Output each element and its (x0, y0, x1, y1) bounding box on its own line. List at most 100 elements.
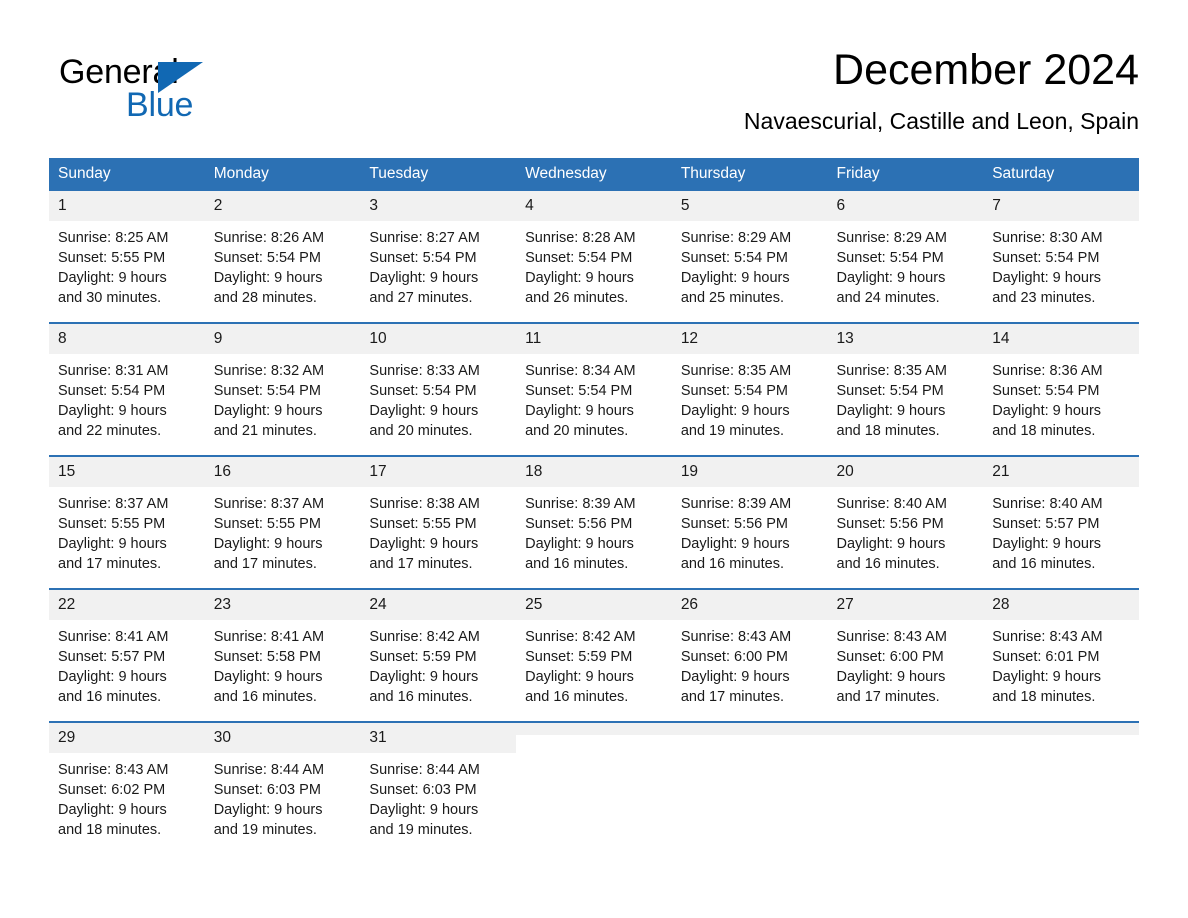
calendar-day-cell[interactable]: 22 Sunrise: 8:41 AM Sunset: 5:57 PM Dayligh… (49, 588, 205, 708)
calendar-day-cell[interactable]: 12 Sunrise: 8:35 AM Sunset: 5:54 PM Dayligh… (671, 322, 828, 442)
calendar-day-cell[interactable]: 20 Sunrise: 8:40 AM Sunset: 5:56 PM Dayligh… (827, 455, 984, 575)
sunrise-time: Sunrise: 8:42 AM (369, 629, 480, 645)
calendar-day-cell[interactable]: 29 Sunrise: 8:43 AM Sunset: 6:02 PM Dayligh… (49, 721, 205, 841)
day-details: Sunrise: 8:36 AM Sunset: 5:54 PM Daylight:… (983, 354, 1139, 441)
weekday-header-saturday: Saturday (983, 158, 1139, 191)
daylight-duration-line1: Daylight: 9 hours (525, 403, 634, 419)
calendar-day-cell[interactable]: 30 Sunrise: 8:44 AM Sunset: 6:03 PM Dayligh… (204, 721, 361, 841)
daylight-duration-line1: Daylight: 9 hours (525, 270, 634, 286)
week-spacer (49, 708, 1139, 722)
daylight-duration-line2: and 16 minutes. (992, 556, 1096, 572)
daylight-duration-line1: Daylight: 9 hours (213, 403, 323, 419)
calendar-day-cell-empty (671, 721, 828, 841)
day-cell-inner: 22 Sunrise: 8:41 AM Sunset: 5:57 PM Dayligh… (49, 590, 205, 708)
daylight-duration-line1: Daylight: 9 hours (58, 669, 167, 685)
sunrise-time: Sunrise: 8:41 AM (213, 629, 325, 645)
day-cell-inner: 11 Sunrise: 8:34 AM Sunset: 5:54 PM Dayligh… (516, 324, 672, 442)
day-number: 25 (516, 590, 672, 620)
sunset-time: Sunset: 5:56 PM (680, 516, 789, 532)
daylight-duration-line1: Daylight: 9 hours (680, 270, 790, 286)
calendar-day-cell[interactable]: 1 Sunrise: 8:25 AM Sunset: 5:55 PM Daylight… (49, 191, 205, 309)
day-number: 4 (516, 191, 672, 221)
sunrise-time: Sunrise: 8:44 AM (213, 762, 325, 778)
sunset-time: Sunset: 5:54 PM (369, 250, 477, 266)
calendar-day-cell[interactable]: 31 Sunrise: 8:44 AM Sunset: 6:03 PM Dayligh… (360, 721, 517, 841)
calendar-day-cell[interactable]: 14 Sunrise: 8:36 AM Sunset: 5:54 PM Dayligh… (983, 322, 1139, 442)
calendar-day-cell[interactable]: 4 Sunrise: 8:28 AM Sunset: 5:54 PM Daylight… (516, 191, 672, 309)
daylight-duration-line2: and 25 minutes. (680, 290, 784, 306)
generalblue-logo[interactable]: General Blue (59, 52, 319, 132)
day-details: Sunrise: 8:42 AM Sunset: 5:59 PM Daylight:… (516, 620, 672, 707)
calendar-day-cell[interactable]: 2 Sunrise: 8:26 AM Sunset: 5:54 PM Daylight… (204, 191, 361, 309)
calendar-day-cell[interactable]: 6 Sunrise: 8:29 AM Sunset: 5:54 PM Daylight… (827, 191, 984, 309)
daylight-duration-line1: Daylight: 9 hours (992, 270, 1102, 286)
sunset-time: Sunset: 5:54 PM (369, 383, 477, 399)
daylight-duration-line1: Daylight: 9 hours (58, 802, 167, 818)
day-cell-inner: 26 Sunrise: 8:43 AM Sunset: 6:00 PM Dayligh… (671, 590, 828, 708)
calendar-day-cell[interactable]: 13 Sunrise: 8:35 AM Sunset: 5:54 PM Dayligh… (827, 322, 984, 442)
daylight-duration-line1: Daylight: 9 hours (58, 403, 167, 419)
calendar-day-cell[interactable]: 26 Sunrise: 8:43 AM Sunset: 6:00 PM Dayligh… (671, 588, 828, 708)
day-cell-inner (516, 723, 672, 841)
day-details: Sunrise: 8:37 AM Sunset: 5:55 PM Daylight:… (49, 487, 205, 574)
calendar-day-cell[interactable]: 7 Sunrise: 8:30 AM Sunset: 5:54 PM Daylight… (983, 191, 1139, 309)
day-details: Sunrise: 8:31 AM Sunset: 5:54 PM Daylight:… (49, 354, 205, 441)
day-cell-inner: 16 Sunrise: 8:37 AM Sunset: 5:55 PM Dayligh… (204, 457, 361, 575)
week-spacer-cell (49, 442, 1139, 456)
sunset-time: Sunset: 5:56 PM (525, 516, 633, 532)
day-number: 22 (49, 590, 205, 620)
calendar-day-cell[interactable]: 28 Sunrise: 8:43 AM Sunset: 6:01 PM Dayligh… (983, 588, 1139, 708)
daylight-duration-line1: Daylight: 9 hours (369, 403, 479, 419)
calendar-day-cell[interactable]: 19 Sunrise: 8:39 AM Sunset: 5:56 PM Dayligh… (671, 455, 828, 575)
sunset-time: Sunset: 5:55 PM (58, 516, 166, 532)
sunset-time: Sunset: 5:54 PM (836, 383, 944, 399)
weekday-header-tuesday: Tuesday (360, 158, 517, 191)
calendar-day-cell[interactable]: 16 Sunrise: 8:37 AM Sunset: 5:55 PM Dayligh… (204, 455, 361, 575)
calendar-day-cell[interactable]: 27 Sunrise: 8:43 AM Sunset: 6:00 PM Dayligh… (827, 588, 984, 708)
daylight-duration-line1: Daylight: 9 hours (680, 669, 790, 685)
calendar-day-cell[interactable]: 15 Sunrise: 8:37 AM Sunset: 5:55 PM Dayligh… (49, 455, 205, 575)
day-number: 24 (360, 590, 517, 620)
calendar-day-cell[interactable]: 17 Sunrise: 8:38 AM Sunset: 5:55 PM Dayligh… (360, 455, 517, 575)
day-details: Sunrise: 8:33 AM Sunset: 5:54 PM Daylight:… (360, 354, 516, 441)
calendar-week-row: 8 Sunrise: 8:31 AM Sunset: 5:54 PM Daylight… (49, 322, 1139, 442)
calendar-day-cell[interactable]: 3 Sunrise: 8:27 AM Sunset: 5:54 PM Daylight… (360, 191, 517, 309)
daylight-duration-line2: and 16 minutes. (680, 556, 784, 572)
calendar-day-cell[interactable]: 21 Sunrise: 8:40 AM Sunset: 5:57 PM Dayligh… (983, 455, 1139, 575)
calendar-day-cell[interactable]: 23 Sunrise: 8:41 AM Sunset: 5:58 PM Dayligh… (204, 588, 361, 708)
daylight-duration-line2: and 20 minutes. (369, 423, 473, 439)
day-number (983, 723, 1139, 735)
day-number: 11 (516, 324, 672, 354)
sunset-time: Sunset: 5:54 PM (992, 250, 1100, 266)
calendar-day-cell[interactable]: 10 Sunrise: 8:33 AM Sunset: 5:54 PM Dayligh… (360, 322, 517, 442)
sunrise-time: Sunrise: 8:25 AM (58, 230, 169, 246)
daylight-duration-line2: and 16 minutes. (213, 689, 317, 705)
calendar-week-row: 29 Sunrise: 8:43 AM Sunset: 6:02 PM Dayligh… (49, 721, 1139, 841)
sunset-time: Sunset: 6:01 PM (992, 649, 1100, 665)
day-details: Sunrise: 8:35 AM Sunset: 5:54 PM Daylight:… (672, 354, 828, 441)
calendar-day-cell[interactable]: 18 Sunrise: 8:39 AM Sunset: 5:56 PM Dayligh… (516, 455, 672, 575)
sunrise-time: Sunrise: 8:39 AM (680, 496, 792, 512)
daylight-duration-line2: and 24 minutes. (836, 290, 940, 306)
sunrise-time: Sunrise: 8:42 AM (525, 629, 636, 645)
daylight-duration-line2: and 28 minutes. (213, 290, 317, 306)
week-spacer (49, 575, 1139, 589)
title-block: December 2024 Navaescurial, Castille and… (439, 44, 1139, 135)
daylight-duration-line1: Daylight: 9 hours (369, 536, 479, 552)
calendar-day-cell[interactable]: 5 Sunrise: 8:29 AM Sunset: 5:54 PM Daylight… (671, 191, 828, 309)
calendar-week-row: 1 Sunrise: 8:25 AM Sunset: 5:55 PM Daylight… (49, 191, 1139, 309)
day-details: Sunrise: 8:41 AM Sunset: 5:57 PM Daylight:… (49, 620, 205, 707)
calendar-day-cell[interactable]: 24 Sunrise: 8:42 AM Sunset: 5:59 PM Dayligh… (360, 588, 517, 708)
calendar-day-cell[interactable]: 25 Sunrise: 8:42 AM Sunset: 5:59 PM Dayligh… (516, 588, 672, 708)
daylight-duration-line2: and 16 minutes. (525, 556, 629, 572)
calendar-day-cell[interactable]: 8 Sunrise: 8:31 AM Sunset: 5:54 PM Daylight… (49, 322, 205, 442)
sunset-time: Sunset: 5:54 PM (213, 250, 321, 266)
calendar-day-cell[interactable]: 11 Sunrise: 8:34 AM Sunset: 5:54 PM Dayligh… (516, 322, 672, 442)
week-spacer (49, 309, 1139, 323)
calendar-day-cell[interactable]: 9 Sunrise: 8:32 AM Sunset: 5:54 PM Daylight… (204, 322, 361, 442)
page-header: General Blue December 2024 Navaescurial,… (49, 44, 1139, 149)
day-cell-inner: 2 Sunrise: 8:26 AM Sunset: 5:54 PM Daylight… (204, 191, 361, 309)
sunset-time: Sunset: 6:00 PM (836, 649, 944, 665)
day-cell-inner: 31 Sunrise: 8:44 AM Sunset: 6:03 PM Dayligh… (360, 723, 517, 841)
day-cell-inner: 30 Sunrise: 8:44 AM Sunset: 6:03 PM Dayligh… (204, 723, 361, 841)
